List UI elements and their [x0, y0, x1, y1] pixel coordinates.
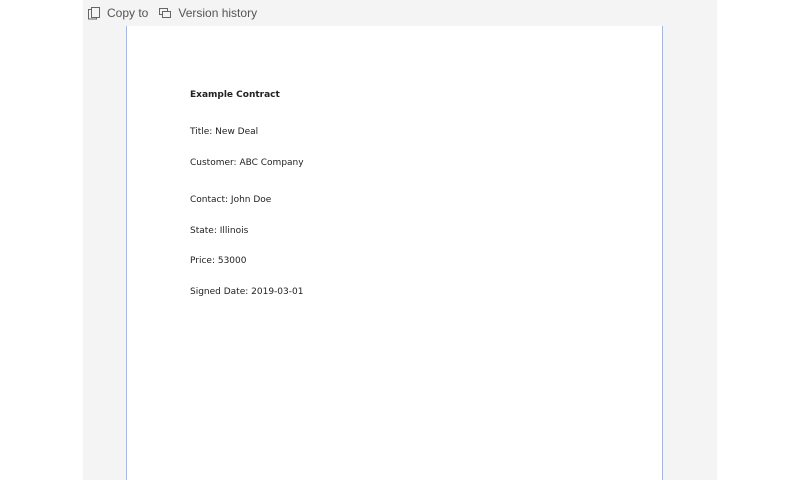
- document-scroll-area[interactable]: Example Contract Title: New Deal Custome…: [126, 26, 663, 480]
- copy-icon: [87, 6, 101, 20]
- version-history-icon: [158, 6, 172, 20]
- contract-field-state: State: Illinois: [190, 226, 249, 236]
- copy-to-label: Copy to: [107, 6, 149, 20]
- document-page: Example Contract Title: New Deal Custome…: [126, 26, 663, 480]
- contract-field-title: Title: New Deal: [190, 127, 259, 137]
- version-history-label: Version history: [178, 6, 258, 20]
- copy-to-button[interactable]: Copy to: [83, 0, 152, 26]
- toolbar: Copy to Version history: [83, 0, 717, 26]
- contract-field-customer: Customer: ABC Company: [190, 158, 304, 168]
- document-viewer: Copy to Version history Example Contract…: [83, 0, 717, 480]
- contract-field-signed-date: Signed Date: 2019-03-01: [190, 287, 304, 297]
- version-history-button[interactable]: Version history: [154, 0, 261, 26]
- contract-field-contact: Contact: John Doe: [190, 195, 272, 205]
- contract-field-price: Price: 53000: [190, 256, 247, 266]
- document-heading: Example Contract: [190, 90, 280, 100]
